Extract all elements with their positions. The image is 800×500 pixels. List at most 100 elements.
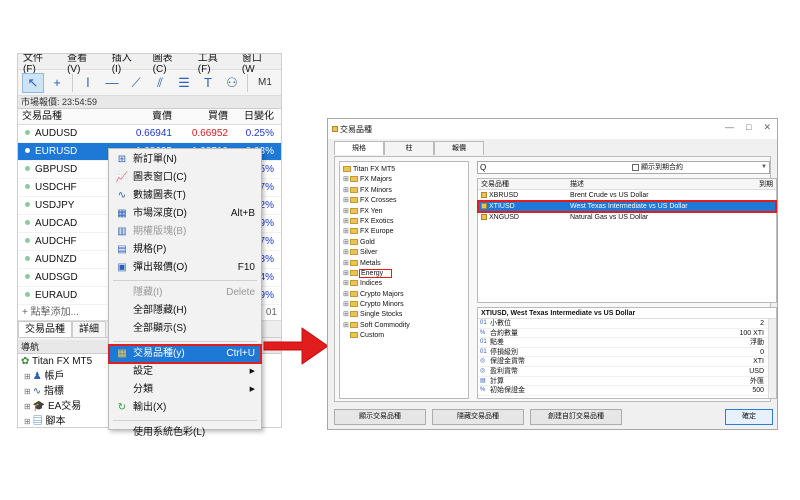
expand-icon[interactable]: ⊞ (343, 227, 350, 237)
property-row: % 初始保證金 500 (478, 386, 776, 396)
fibonacci-icon[interactable]: ☰ (173, 73, 195, 93)
vertical-line-icon[interactable]: ǀ (77, 73, 99, 93)
expand-icon[interactable]: ⊞ (343, 300, 350, 310)
menu-item-shortcut: Delete (226, 287, 255, 298)
folder-icon (350, 332, 358, 339)
checkbox-box[interactable] (632, 163, 639, 171)
tree-item[interactable]: ⊞ FX Crosses (340, 196, 468, 206)
property-name: 盈利貨幣 (490, 367, 518, 375)
tree-item[interactable]: ⊞ Indices (340, 279, 468, 289)
col-bid[interactable]: 賣價 (116, 109, 172, 124)
menu-item[interactable]: 全部顯示(S) (109, 320, 261, 338)
menu-item-system-colors[interactable]: 使用系統色彩(L) (109, 424, 261, 442)
trendline-icon[interactable]: ⟋ (125, 73, 147, 93)
tree-item[interactable]: ⊞ Energy (340, 268, 468, 279)
close-icon[interactable]: ✕ (763, 122, 771, 133)
expand-icon[interactable]: ⊞ (343, 290, 350, 300)
expand-icon[interactable]: ⊞ (343, 310, 350, 320)
col-change[interactable]: 日變化 (228, 109, 278, 124)
menu-item[interactable]: ▣ 彈出報價(O) F10 (109, 259, 261, 277)
col-ask[interactable]: 買價 (172, 109, 228, 124)
menu-item-symbols[interactable]: ▦ 交易品種(y) Ctrl+U (108, 344, 262, 364)
expand-icon[interactable]: ⊞ (343, 279, 350, 289)
tab-ticks[interactable]: 報價 (434, 141, 484, 155)
symbols-table-row[interactable]: XTIUSD West Texas Intermediate vs US Doll… (477, 200, 777, 213)
menu-charts[interactable]: 圖表(C) (148, 54, 193, 75)
properties-scrollbar[interactable] (768, 319, 776, 398)
tree-item[interactable]: ⊞ Metals (340, 259, 468, 269)
horizontal-line-icon[interactable]: — (101, 73, 123, 93)
menu-item[interactable]: 📈 圖表窗口(C) (109, 169, 261, 187)
menu-file[interactable]: 文件(F) (18, 54, 62, 75)
expand-icon[interactable]: ⊞ (343, 269, 350, 279)
expand-icon[interactable]: ⊞ (343, 259, 350, 269)
tree-item[interactable]: ⊞ FX Exotics (340, 217, 468, 227)
tree-item[interactable]: ⊞ FX Majors (340, 175, 468, 185)
menu-item[interactable]: ⊞ 新訂單(N) (109, 151, 261, 169)
menu-window[interactable]: 窗口(W (237, 54, 281, 75)
expand-icon[interactable]: ⊞ (343, 196, 350, 206)
tree-item[interactable]: ⊞ Single Stocks (340, 310, 468, 320)
expand-icon[interactable]: ⊞ (24, 417, 31, 426)
show-symbol-button[interactable]: 顯示交易品種 (334, 409, 426, 425)
tree-root[interactable]: Titan FX MT5 (340, 165, 468, 175)
tab-symbols[interactable]: 交易品種 (18, 321, 72, 337)
show-expired-checkbox[interactable]: 顯示到期合約 (632, 162, 683, 172)
timeframe-m1-button[interactable]: M1 (258, 77, 272, 88)
maximize-icon[interactable]: □ (746, 122, 751, 133)
tree-item[interactable]: ⊞ Silver (340, 248, 468, 258)
expand-icon[interactable]: ⊞ (24, 372, 31, 381)
chevron-down-icon[interactable]: ▼ (761, 162, 767, 173)
tab-details[interactable]: 詳細 (72, 321, 106, 337)
expand-icon[interactable]: ⊞ (24, 402, 31, 411)
menu-view[interactable]: 查看(V) (62, 54, 107, 75)
menu-item[interactable]: ∿ 數據圖表(T) (109, 187, 261, 205)
symbols-table-row[interactable]: XNGUSD Natural Gas vs US Dollar (478, 212, 776, 223)
symbol-search-input[interactable]: Q ▼ (477, 161, 770, 174)
menu-item[interactable]: ↻ 輸出(X) (109, 399, 261, 417)
expand-icon[interactable]: ⊞ (343, 186, 350, 196)
status-dot-icon (25, 220, 30, 225)
menu-item[interactable]: 設定 ▶ (109, 363, 261, 381)
tree-item[interactable]: ⊞ FX Europe (340, 227, 468, 237)
menu-item[interactable]: ▦ 市場深度(D) Alt+B (109, 205, 261, 223)
tree-item[interactable]: ⊞ FX Yen (340, 207, 468, 217)
tab-specification[interactable]: 規格 (334, 141, 384, 155)
tree-item[interactable]: ⊞ FX Minors (340, 186, 468, 196)
symbols-table-row[interactable]: XBRUSD Brent Crude vs US Dollar (478, 190, 776, 201)
ok-button[interactable]: 確定 (725, 409, 773, 425)
cursor-icon[interactable]: ↖ (22, 72, 44, 93)
tree-item[interactable]: ⊞ Crypto Minors (340, 300, 468, 310)
menu-item[interactable]: 全部隱藏(H) (109, 302, 261, 320)
tree-item-label: Energy (358, 268, 393, 278)
menu-item[interactable]: 分類 ▶ (109, 381, 261, 399)
tab-bars[interactable]: 柱 (384, 141, 434, 155)
tree-item[interactable]: Custom (340, 331, 468, 341)
tree-item[interactable]: ⊞ Gold (340, 238, 468, 248)
market-watch-row[interactable]: AUDUSD 0.66941 0.66952 0.25% (18, 125, 281, 143)
create-custom-symbol-button[interactable]: 創建自訂交易品種 (530, 409, 622, 425)
expand-icon[interactable]: ⊞ (343, 321, 350, 331)
text-icon[interactable]: T (197, 73, 219, 93)
menu-tools[interactable]: 工具(F) (193, 54, 237, 75)
expand-icon[interactable]: ⊞ (24, 387, 31, 396)
folder-icon (350, 238, 358, 245)
tree-item[interactable]: ⊞ Soft Commodity (340, 321, 468, 331)
col-symbol[interactable]: 交易品種 (478, 179, 570, 189)
col-symbol[interactable]: 交易品種 (18, 109, 116, 124)
expand-icon[interactable]: ⊞ (343, 175, 350, 185)
crosshair-icon[interactable]: + (46, 73, 68, 93)
expand-icon[interactable]: ⊞ (343, 207, 350, 217)
channel-icon[interactable]: ⫽ (149, 73, 171, 93)
col-expiration[interactable]: 到期 (748, 179, 776, 189)
menu-item[interactable]: ▤ 規格(P) (109, 241, 261, 259)
menu-insert[interactable]: 插入(I) (107, 54, 148, 75)
shapes-icon[interactable]: ⚇ (221, 73, 243, 93)
expand-icon[interactable]: ⊞ (343, 238, 350, 248)
hide-symbol-button[interactable]: 隱藏交易品種 (432, 409, 524, 425)
tree-item[interactable]: ⊞ Crypto Majors (340, 290, 468, 300)
minimize-icon[interactable]: — (725, 122, 734, 133)
col-description[interactable]: 描述 (570, 179, 748, 189)
expand-icon[interactable]: ⊞ (343, 248, 350, 258)
expand-icon[interactable]: ⊞ (343, 217, 350, 227)
